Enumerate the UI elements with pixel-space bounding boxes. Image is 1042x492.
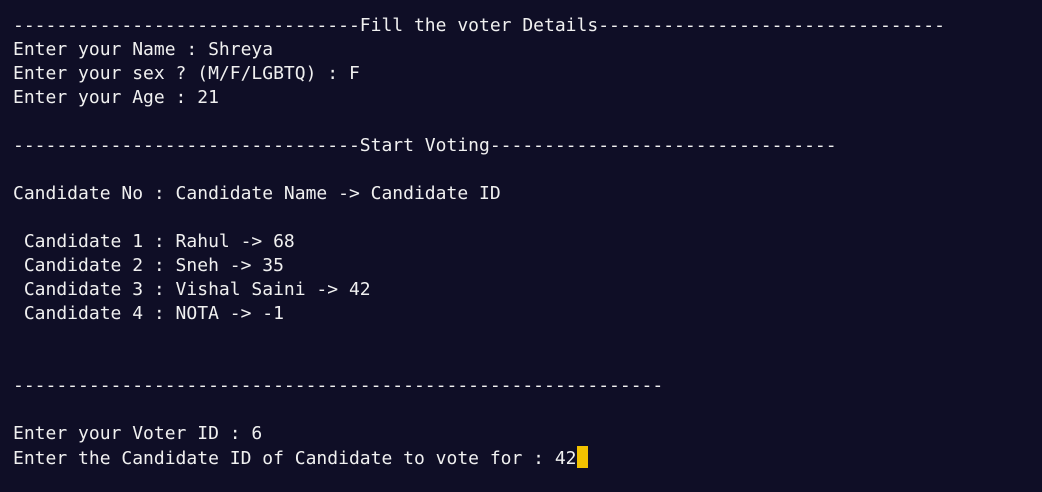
candidate-id-input-line[interactable]: Enter the Candidate ID of Candidate to v… <box>13 446 1042 470</box>
header-divider-start-voting: --------------------------------Start Vo… <box>13 135 837 156</box>
candidate-2-line: Candidate 2 : Sneh -> 35 <box>13 255 284 276</box>
voter-id-line: Enter your Voter ID : 6 <box>13 423 263 444</box>
text-cursor <box>576 446 588 468</box>
candidate-3-line: Candidate 3 : Vishal Saini -> 42 <box>13 279 371 300</box>
sex-line: Enter your sex ? (M/F/LGBTQ) : F <box>13 63 360 84</box>
footer-divider: ----------------------------------------… <box>13 375 664 396</box>
candidate-table-header: Candidate No : Candidate Name -> Candida… <box>13 183 501 204</box>
candidate-4-line: Candidate 4 : NOTA -> -1 <box>13 303 284 324</box>
terminal-window[interactable]: --------------------------------Fill the… <box>0 0 1042 492</box>
candidate-id-prompt[interactable]: Enter the Candidate ID of Candidate to v… <box>13 448 577 469</box>
age-line: Enter your Age : 21 <box>13 87 219 108</box>
header-divider-fill-details: --------------------------------Fill the… <box>13 15 945 36</box>
candidate-1-line: Candidate 1 : Rahul -> 68 <box>13 231 295 252</box>
name-line: Enter your Name : Shreya <box>13 39 274 60</box>
